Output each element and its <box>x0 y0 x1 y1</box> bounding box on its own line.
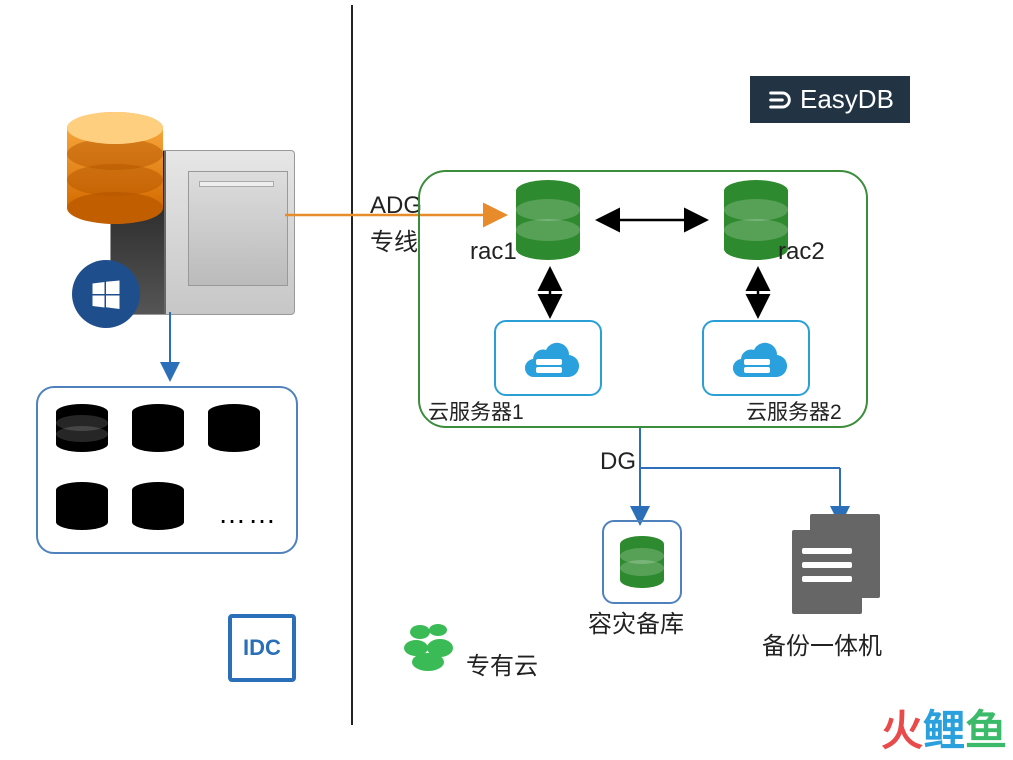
cloud-server-1-box <box>494 320 602 396</box>
adg-line-label: 专线 <box>370 222 418 257</box>
cloud-server-icon <box>719 331 793 385</box>
idc-icon: IDC <box>228 614 296 682</box>
cloud-server-icon <box>511 331 585 385</box>
onprem-server <box>70 150 300 320</box>
ellipsis-label: …… <box>218 498 278 530</box>
watermark: 火鲤鱼 <box>881 697 1007 758</box>
rac1-label: rac1 <box>470 238 517 266</box>
idc-text: IDC <box>243 635 281 661</box>
standby-label: 容灾备库 <box>588 604 684 639</box>
cloud-server-2-label: 云服务器2 <box>746 396 842 426</box>
rac2-label: rac2 <box>778 238 825 266</box>
private-cloud-icon <box>400 618 460 679</box>
cloud-server-2-box <box>702 320 810 396</box>
arrow-rac2-cloud2 <box>748 265 768 320</box>
backup-label: 备份一体机 <box>762 626 882 661</box>
standby-database-icon <box>618 536 666 590</box>
arrow-server-to-dbs <box>160 312 180 387</box>
adg-label: ADG <box>370 192 422 220</box>
orange-database-icon <box>60 110 170 230</box>
watermark-c2: 鲤 <box>923 707 965 754</box>
easydb-text: EasyDB <box>800 84 894 115</box>
windows-icon <box>72 260 140 328</box>
easydb-logo: EasyDB <box>750 76 910 123</box>
rac1-database-icon <box>512 180 584 262</box>
watermark-c1: 火 <box>881 707 923 754</box>
dg-label: DG <box>600 448 636 476</box>
private-cloud-label: 专有云 <box>466 646 538 681</box>
arrow-rac1-cloud1 <box>540 265 560 320</box>
backup-appliance-icon <box>792 514 882 614</box>
arrow-rac1-rac2 <box>592 210 712 230</box>
cloud-server-1-label: 云服务器1 <box>428 396 524 426</box>
watermark-c3: 鱼 <box>965 707 1007 754</box>
easydb-icon <box>766 86 794 114</box>
